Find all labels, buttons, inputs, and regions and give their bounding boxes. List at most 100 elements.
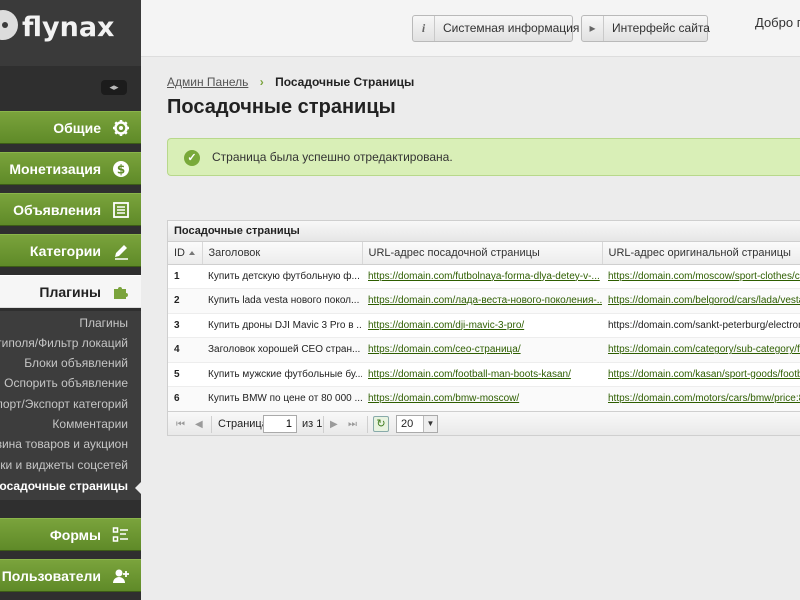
submenu-item-comments[interactable]: Комментарии: [52, 414, 128, 434]
info-icon: i: [413, 16, 435, 41]
pencil-icon: [115, 245, 128, 260]
cell-original-url: https://domain.com/category/sub-category…: [602, 337, 800, 363]
landing-url-link[interactable]: https://domain.com/futbolnaya-forma-dlya…: [368, 271, 600, 282]
cell-title: Купить BMW по цене от 80 000 ...: [202, 386, 362, 412]
menu-item-listings[interactable]: Объявления: [0, 193, 141, 226]
chevron-down-icon: ▼: [423, 416, 437, 432]
original-url-link[interactable]: https://domain.com/motors/cars/bmw/price…: [608, 393, 800, 404]
top-header: i Системная информация ▸ Интерфейс сайта…: [141, 0, 800, 57]
landing-url-link[interactable]: https://domain.com/dji-mavic-3-pro/: [368, 320, 524, 331]
system-info-label: Системная информация: [443, 21, 580, 35]
checklist-icon: [112, 527, 128, 542]
pager-divider: [323, 416, 324, 433]
original-url-link[interactable]: https://domain.com/kasan/sport-goods/foo…: [608, 369, 800, 380]
first-page-icon[interactable]: ⏮: [176, 416, 185, 433]
cell-title: Купить lada vesta нового покол...: [202, 288, 362, 314]
menu-item-plugins[interactable]: Плагины: [0, 275, 141, 308]
per-page-select[interactable]: 20 ▼: [396, 415, 438, 433]
sidebar: flynax ◂▸ Общие Монетизация $ Объявления…: [0, 0, 141, 600]
table-header-row: ID Заголовок URL-адрес посадочной страни…: [168, 242, 800, 265]
menu-item-users[interactable]: Пользователи: [0, 559, 141, 592]
cell-id: 5: [168, 362, 202, 387]
table-row[interactable]: 1 Купить детскую футбольную ф... https://d…: [168, 264, 800, 289]
cell-landing-url: https://domain.com/лада-веста-нового-пок…: [362, 288, 602, 314]
cell-title: Заголовок хорошей СЕО стран...: [202, 337, 362, 363]
sidebar-collapse-button[interactable]: ◂▸: [101, 80, 127, 95]
original-url-link[interactable]: https://domain.com/moscow/sport-clothes/…: [608, 271, 800, 282]
play-icon: ▸: [582, 16, 604, 41]
pager-divider: [367, 416, 368, 433]
submenu-item-social-widgets[interactable]: Кнопки и виджеты соцсетей: [0, 455, 128, 475]
menu-item-forms[interactable]: Формы: [0, 518, 141, 551]
table-row[interactable]: 4 Заголовок хорошей СЕО стран... https://d…: [168, 337, 800, 363]
original-url-link[interactable]: https://domain.com/belgorod/cars/lada/ve…: [608, 295, 800, 306]
refresh-icon[interactable]: ↻: [373, 416, 389, 432]
submenu-item-report-listing[interactable]: Оспорить объявление: [4, 373, 128, 393]
logo[interactable]: flynax: [0, 0, 141, 66]
column-header-label: ID: [174, 246, 185, 259]
users-icon: [113, 569, 129, 583]
column-header-id[interactable]: ID: [168, 242, 203, 265]
cell-title: Купить мужские футбольные бу...: [202, 362, 362, 387]
cell-original-url: https://domain.com/kasan/sport-goods/foo…: [602, 362, 800, 387]
greeting-text: Добро п: [755, 15, 800, 30]
cell-id: 1: [168, 264, 202, 289]
table-row[interactable]: 3 Купить дроны DJI Mavic 3 Pro в ... https…: [168, 313, 800, 338]
breadcrumb-home-link[interactable]: Админ Панель: [167, 75, 248, 89]
menu-item-label: Пользователи: [1, 568, 101, 584]
logo-text: flynax: [22, 12, 115, 43]
site-interface-button[interactable]: ▸ Интерфейс сайта: [581, 15, 710, 42]
gear-icon: [113, 120, 129, 136]
landing-url-link[interactable]: https://domain.com/сео-страница/: [368, 344, 521, 355]
cell-title: Купить детскую футбольную ф...: [202, 264, 362, 289]
menu-item-general[interactable]: Общие: [0, 111, 141, 144]
column-header-original-url[interactable]: URL-адрес оригинальной страницы: [602, 242, 800, 265]
submenu-item-listing-blocks[interactable]: Блоки объявлений: [24, 353, 128, 373]
breadcrumb: Админ Панель › Посадочные Страницы: [167, 75, 414, 89]
landing-url-link[interactable]: https://domain.com/лада-веста-нового-пок…: [368, 295, 602, 306]
menu-item-categories[interactable]: Категории: [0, 234, 141, 267]
submenu-item-multifields[interactable]: Мультиполя/Фильтр локаций: [0, 333, 128, 353]
column-header-title[interactable]: Заголовок: [202, 242, 363, 265]
breadcrumb-current: Посадочные Страницы: [275, 75, 415, 89]
landing-url-link[interactable]: https://domain.com/football-man-boots-ka…: [368, 369, 571, 380]
cell-landing-url: https://domain.com/futbolnaya-forma-dlya…: [362, 264, 602, 289]
page-of-label: из 1: [302, 418, 323, 430]
table-row[interactable]: 5 Купить мужские футбольные бу... https://…: [168, 362, 800, 387]
cell-landing-url: https://domain.com/сео-страница/: [362, 337, 602, 363]
cell-landing-url: https://domain.com/football-man-boots-ka…: [362, 362, 602, 387]
pager-divider: [211, 416, 212, 433]
submenu-item-plugins[interactable]: Плагины: [79, 313, 128, 333]
original-url-link[interactable]: https://domain.com/category/sub-category…: [608, 344, 800, 355]
site-interface-label: Интерфейс сайта: [612, 21, 710, 35]
cell-landing-url: https://domain.com/dji-mavic-3-pro/: [362, 313, 602, 338]
original-url-text: https://domain.com/sankt-peterburg/elect…: [608, 319, 800, 331]
sort-asc-icon: [189, 250, 195, 255]
cell-id: 6: [168, 386, 202, 412]
menu-item-label: Плагины: [39, 284, 101, 300]
alert-text: Страница была успешно отредактирована.: [212, 150, 453, 164]
listing-icon: [113, 202, 129, 218]
grid-title: Посадочные страницы: [168, 221, 800, 242]
landing-pages-table: ID Заголовок URL-адрес посадочной страни…: [168, 242, 800, 412]
menu-item-monetization[interactable]: Монетизация $: [0, 152, 141, 185]
dollar-icon: $: [113, 161, 129, 177]
per-page-value: 20: [401, 418, 414, 430]
submenu-item-shopping-cart[interactable]: Корзина товаров и аукцион: [0, 434, 128, 454]
menu-item-label: Общие: [53, 120, 101, 136]
cell-original-url: https://domain.com/moscow/sport-clothes/…: [602, 264, 800, 289]
system-info-button[interactable]: i Системная информация: [412, 15, 579, 42]
submenu-item-landing-pages[interactable]: Посадочные страницы: [0, 476, 128, 496]
page-number-input[interactable]: [263, 415, 297, 433]
last-page-icon[interactable]: ⏭: [348, 416, 357, 433]
page-title: Посадочные страницы: [167, 96, 396, 118]
submenu-item-import-export[interactable]: Импорт/Экспорт категорий: [0, 394, 128, 414]
next-page-icon[interactable]: ▶: [330, 416, 338, 433]
column-header-landing-url[interactable]: URL-адрес посадочной страницы: [362, 242, 603, 265]
landing-url-link[interactable]: https://domain.com/bmw-moscow/: [368, 393, 519, 404]
cell-id: 2: [168, 288, 202, 314]
prev-page-icon[interactable]: ◀: [195, 416, 203, 433]
table-row[interactable]: 2 Купить lada vesta нового покол... https:…: [168, 288, 800, 314]
logo-icon: [0, 10, 18, 40]
table-row[interactable]: 6 Купить BMW по цене от 80 000 ... https:/…: [168, 386, 800, 412]
